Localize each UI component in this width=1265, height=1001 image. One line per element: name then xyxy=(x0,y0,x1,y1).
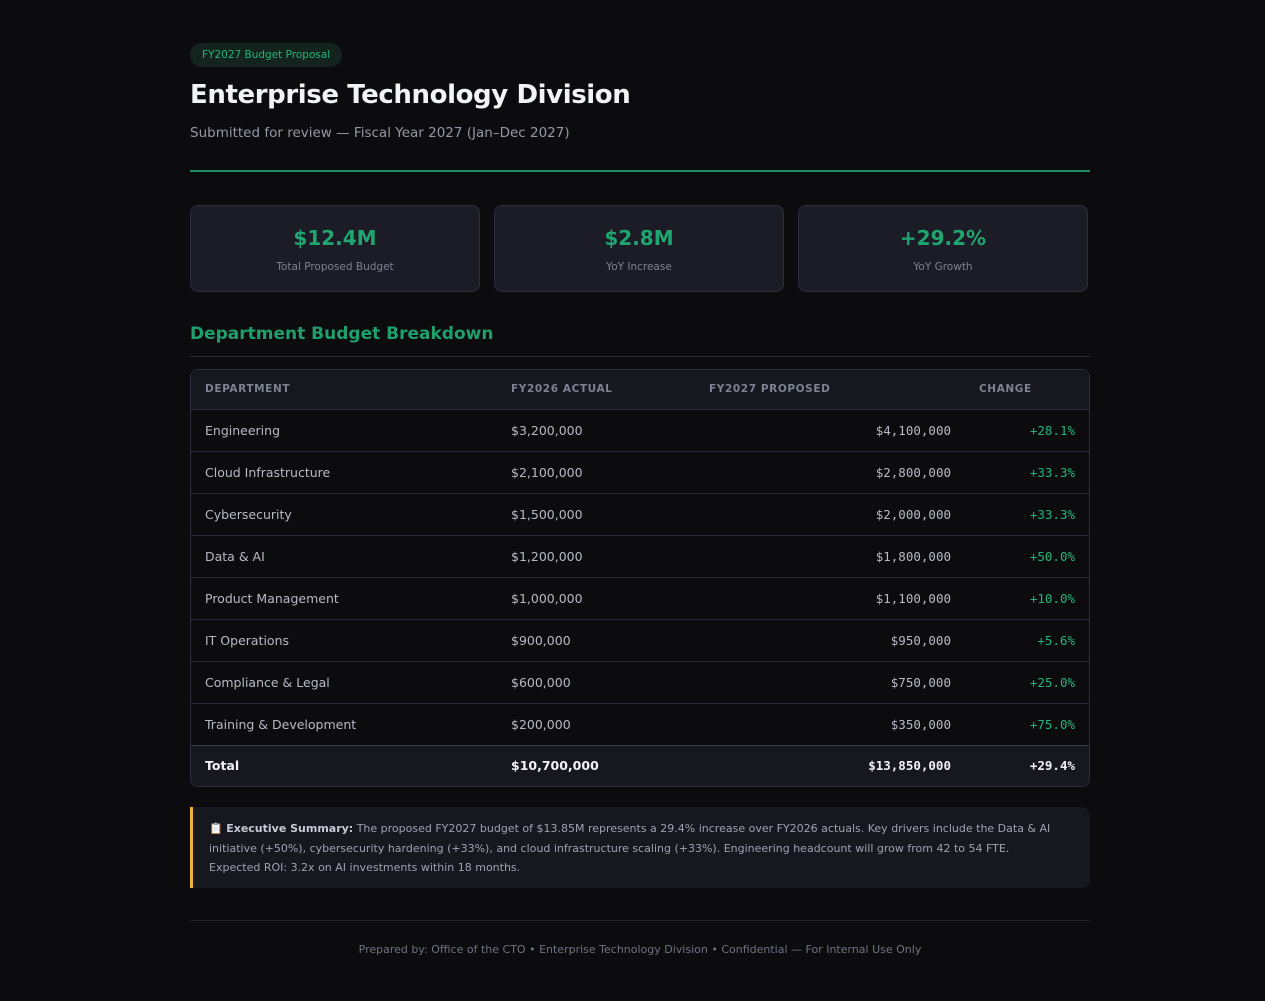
table-row: Data & AI $1,200,000 $1,800,000 +50.0% xyxy=(191,535,1089,578)
total-label: Total xyxy=(191,744,497,786)
cell-proposed: $1,800,000 xyxy=(709,535,951,578)
cell-department: Cybersecurity xyxy=(191,493,497,536)
cell-change: +33.3% xyxy=(951,493,1089,536)
table-row: IT Operations $900,000 $950,000 +5.6% xyxy=(191,619,1089,662)
footer-text: Prepared by: Office of the CTO • Enterpr… xyxy=(358,943,922,956)
kpi-card-total-budget: $12.4M Total Proposed Budget xyxy=(190,205,480,292)
cell-proposed: $750,000 xyxy=(709,661,951,704)
cell-proposed: $4,100,000 xyxy=(709,409,951,452)
kpi-label: YoY Increase xyxy=(606,261,672,273)
kpi-value: $12.4M xyxy=(293,226,377,250)
cell-proposed: $350,000 xyxy=(890,716,951,732)
cell-department: IT Operations xyxy=(191,619,497,662)
header-divider xyxy=(190,170,1090,172)
cell-actual: $1,200,000 xyxy=(497,535,709,578)
cell-change: +10.0% xyxy=(951,577,1089,620)
cell-change: +25.0% xyxy=(951,661,1089,704)
total-proposed: $13,850,000 xyxy=(709,744,951,786)
cell-change: +5.6% xyxy=(951,619,1089,662)
footer-divider xyxy=(190,920,1090,921)
kpi-label: Total Proposed Budget xyxy=(276,261,394,273)
cell-department: Cloud Infrastructure xyxy=(191,451,497,494)
kpi-card-yoy-increase: $2.8M YoY Increase xyxy=(494,205,784,292)
cell-proposed: $2,800,000 xyxy=(709,451,951,494)
cell-actual: $1,000,000 xyxy=(497,577,709,620)
kpi-value: $2.8M xyxy=(604,226,674,250)
clipboard-icon: 📋 xyxy=(209,822,223,835)
table-body: Engineering $3,200,000 $4,100,000 +28.1%… xyxy=(191,409,1089,745)
column-header-department: DEPARTMENT xyxy=(191,370,497,410)
cell-department: Training & Development xyxy=(205,716,357,732)
column-header-change: CHANGE xyxy=(951,370,1089,410)
page-subtitle: Submitted for review — Fiscal Year 2027 … xyxy=(190,125,570,141)
cell-actual: $600,000 xyxy=(497,661,709,704)
kpi-label: YoY Growth xyxy=(913,261,973,273)
total-actual: $10,700,000 xyxy=(497,744,709,786)
cell-change: +33.3% xyxy=(951,451,1089,494)
table-header-row: DEPARTMENT FY2026 ACTUAL FY2027 PROPOSED… xyxy=(191,370,1089,410)
table-row: Cybersecurity $1,500,000 $2,000,000 +33.… xyxy=(191,493,1089,536)
cell-department: Data & AI xyxy=(191,535,497,578)
table-row: Engineering $3,200,000 $4,100,000 +28.1% xyxy=(191,409,1089,452)
section-divider xyxy=(190,356,1090,357)
cell-actual: $2,100,000 xyxy=(497,451,709,494)
cell-department: Compliance & Legal xyxy=(191,661,497,704)
total-change: +29.4% xyxy=(951,744,1089,786)
cell-change: +75.0% xyxy=(1029,716,1075,732)
cell-actual: $1,500,000 xyxy=(497,493,709,536)
cell-department: Engineering xyxy=(191,409,497,452)
cell-change: +28.1% xyxy=(951,409,1089,452)
table-total-row: Total $10,700,000 $13,850,000 +29.4% xyxy=(191,744,1089,786)
column-header-actual: FY2026 ACTUAL xyxy=(497,370,709,410)
cell-proposed: $1,100,000 xyxy=(709,577,951,620)
table-row: Cloud Infrastructure $2,100,000 $2,800,0… xyxy=(191,451,1089,494)
page-title: Enterprise Technology Division xyxy=(190,80,631,110)
section-title: Department Budget Breakdown xyxy=(190,324,494,344)
cell-proposed: $2,000,000 xyxy=(709,493,951,536)
table-row: Training & Development $200,000 $350,000… xyxy=(191,703,1089,745)
executive-summary-callout: 📋 Executive Summary: The proposed FY2027… xyxy=(190,807,1090,888)
cell-actual: $3,200,000 xyxy=(497,409,709,452)
kpi-value: +29.2% xyxy=(899,226,987,250)
cell-actual: $200,000 xyxy=(511,716,571,732)
budget-table: DEPARTMENT FY2026 ACTUAL FY2027 PROPOSED… xyxy=(190,369,1090,787)
proposal-badge: FY2027 Budget Proposal xyxy=(190,43,343,67)
column-header-proposed: FY2027 PROPOSED xyxy=(709,370,951,410)
table-row: Product Management $1,000,000 $1,100,000… xyxy=(191,577,1089,620)
cell-department: Product Management xyxy=(191,577,497,620)
cell-proposed: $950,000 xyxy=(709,619,951,662)
summary-label: Executive Summary: xyxy=(226,822,354,835)
table-row: Compliance & Legal $600,000 $750,000 +25… xyxy=(191,661,1089,704)
kpi-card-yoy-growth: +29.2% YoY Growth xyxy=(798,205,1088,292)
cell-actual: $900,000 xyxy=(497,619,709,662)
cell-change: +50.0% xyxy=(951,535,1089,578)
